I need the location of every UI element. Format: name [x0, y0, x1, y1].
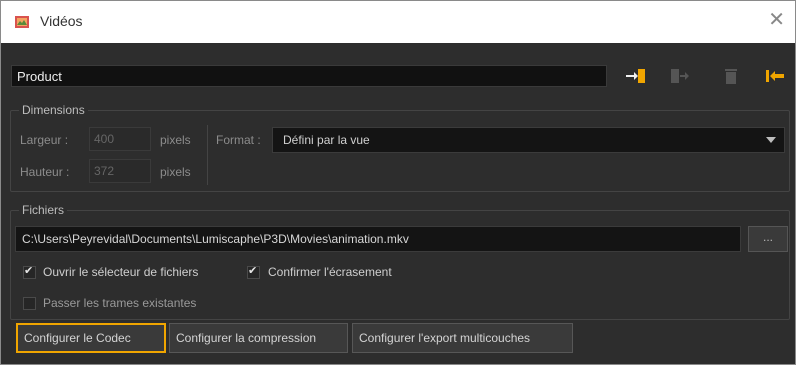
files-title: Fichiers: [19, 203, 68, 217]
chevron-down-icon: [766, 137, 776, 143]
title-bar: Vidéos ✕: [1, 1, 795, 43]
film-icon: [15, 16, 29, 28]
export-arrow-icon[interactable]: [624, 66, 646, 86]
width-input[interactable]: 400: [89, 127, 151, 151]
configure-multilayer-export-button[interactable]: Configurer l'export multicouches: [352, 323, 573, 353]
close-icon[interactable]: ✕: [768, 10, 785, 30]
open-file-picker-label: Ouvrir le sélecteur de fichiers: [43, 265, 199, 279]
trash-icon[interactable]: [720, 66, 742, 86]
dimensions-title: Dimensions: [19, 103, 88, 117]
confirm-overwrite-checkbox[interactable]: [247, 264, 260, 279]
format-label: Format :: [216, 133, 261, 147]
height-units: pixels: [160, 165, 191, 179]
width-units: pixels: [160, 133, 191, 147]
import-icon[interactable]: [669, 66, 691, 86]
file-path-field[interactable]: C:\Users\Peyrevidal\Documents\Lumiscaphe…: [15, 226, 741, 252]
confirm-overwrite-label: Confirmer l'écrasement: [268, 265, 392, 279]
product-name-field[interactable]: Product: [11, 65, 607, 87]
window-title: Vidéos: [40, 13, 83, 29]
collapse-arrow-icon[interactable]: [764, 66, 786, 86]
browse-button[interactable]: ...: [748, 226, 788, 252]
format-select[interactable]: Défini par la vue: [272, 127, 785, 153]
skip-existing-frames-checkbox[interactable]: [23, 297, 36, 310]
format-select-value: Défini par la vue: [283, 133, 370, 147]
videos-dialog: Vidéos ✕ Product Dimensions Largeur : 40…: [0, 0, 796, 365]
height-input[interactable]: 372: [89, 159, 151, 183]
configure-codec-button[interactable]: Configurer le Codec: [16, 323, 166, 353]
width-label: Largeur :: [20, 133, 69, 147]
configure-compression-button[interactable]: Configurer la compression: [169, 323, 348, 353]
open-file-picker-checkbox[interactable]: [23, 264, 36, 279]
divider: [207, 125, 208, 185]
height-label: Hauteur :: [20, 165, 70, 179]
skip-existing-frames-label: Passer les trames existantes: [43, 296, 197, 310]
